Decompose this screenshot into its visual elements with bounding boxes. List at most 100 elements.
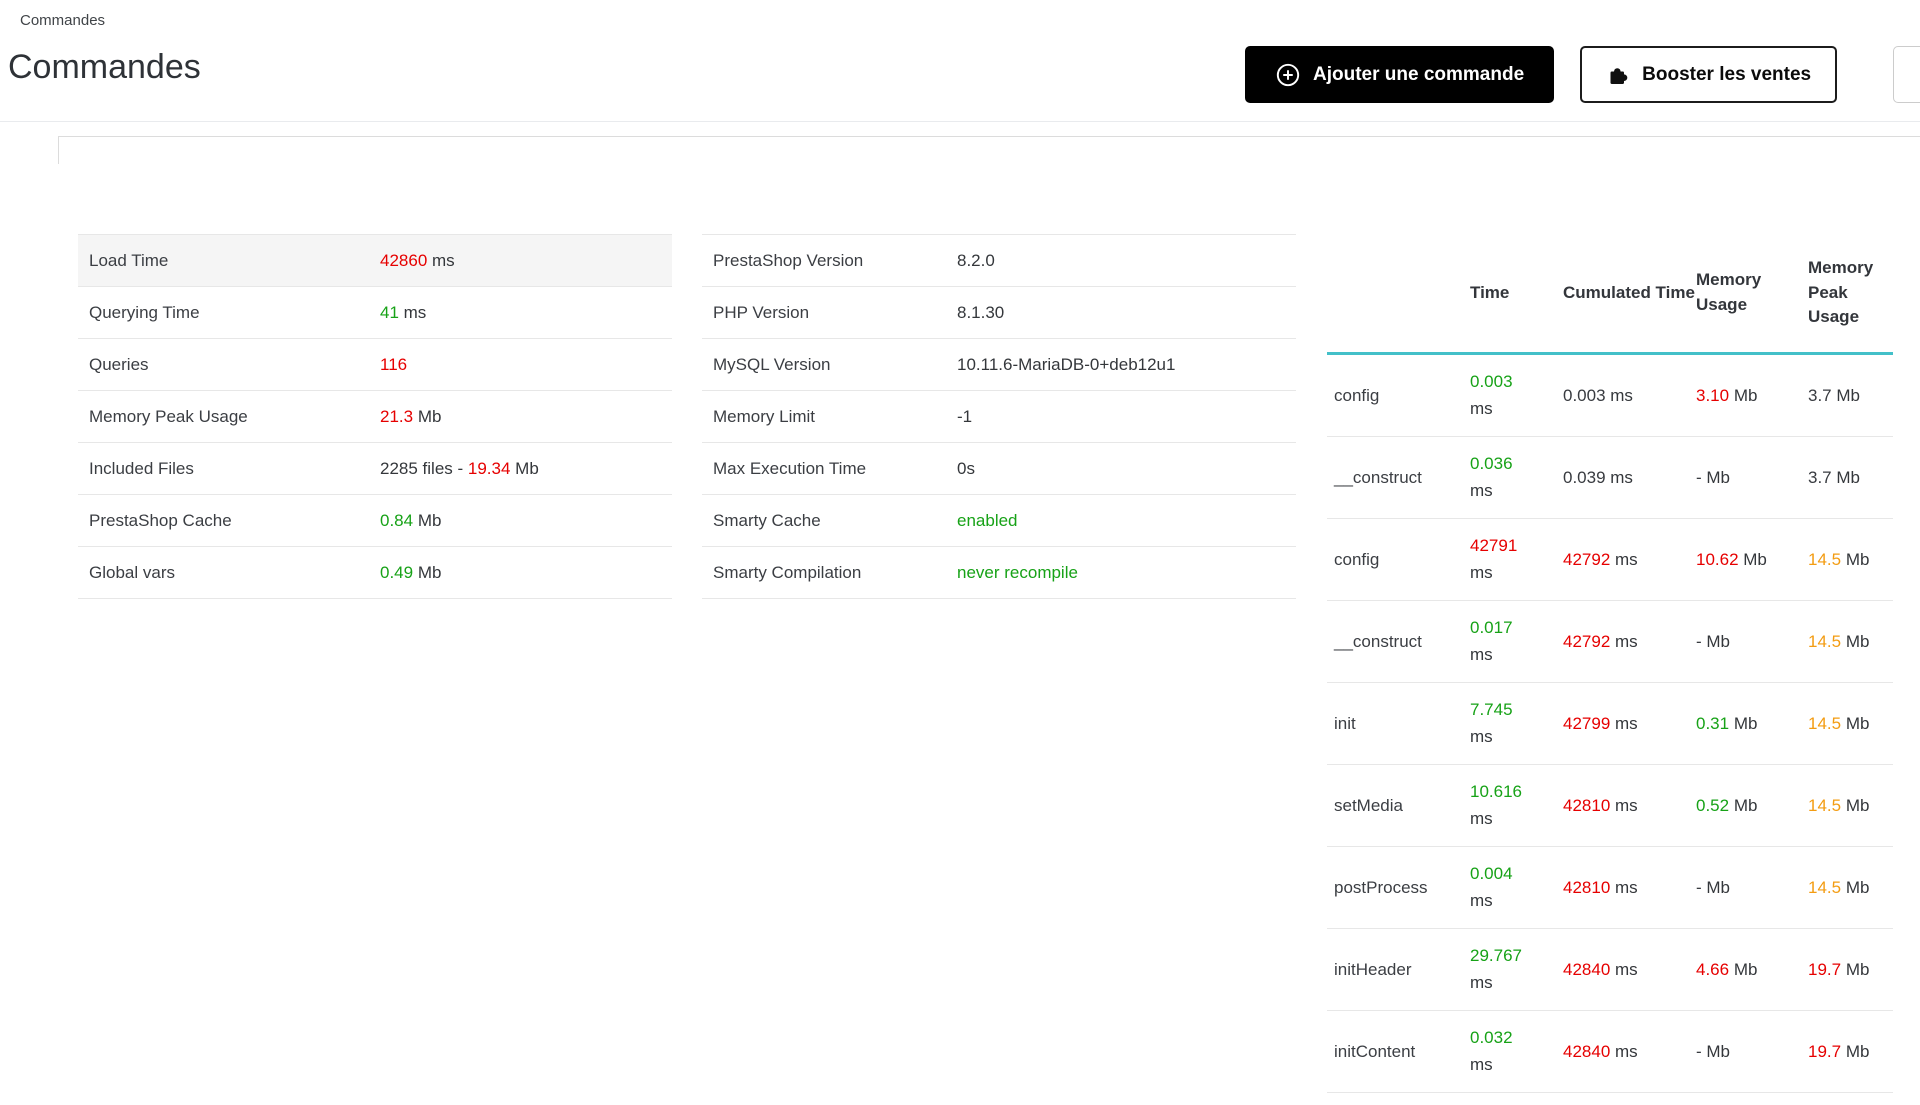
memory-usage-cell: - Mb bbox=[1696, 467, 1731, 487]
table-row: Queries 116 bbox=[78, 339, 672, 391]
header-toolbar: Ajouter une commande Booster les ventes bbox=[1245, 46, 1838, 103]
help-button-partial[interactable] bbox=[1893, 46, 1920, 103]
memory-usage-cell: 0.31 Mb bbox=[1696, 713, 1758, 733]
cumulated-time-cell: 42810 ms bbox=[1563, 877, 1638, 897]
memory-peak-cell: 3.7 Mb bbox=[1808, 385, 1860, 405]
table-row: Memory Limit -1 bbox=[702, 391, 1296, 443]
time-cell: 0.004 ms bbox=[1470, 864, 1513, 910]
cumulated-time-cell: 42792 ms bbox=[1563, 549, 1638, 569]
boost-sales-button[interactable]: Booster les ventes bbox=[1580, 46, 1838, 103]
metric-label: Queries bbox=[89, 354, 149, 374]
metric-value: 42860 ms bbox=[380, 250, 455, 270]
hook-name: initHeader bbox=[1334, 959, 1412, 979]
add-order-button[interactable]: Ajouter une commande bbox=[1245, 46, 1555, 103]
hook-name: __construct bbox=[1334, 631, 1422, 651]
table-row: postProcess 0.004 ms 42810 ms - Mb 14.5 M… bbox=[1327, 847, 1893, 929]
memory-usage-cell: - Mb bbox=[1696, 877, 1731, 897]
metric-label: Load Time bbox=[89, 250, 169, 270]
table-row: PrestaShop Cache 0.84 Mb bbox=[78, 495, 672, 547]
env-value: 10.11.6-MariaDB-0+deb12u1 bbox=[957, 354, 1176, 374]
env-label: Smarty Compilation bbox=[713, 562, 862, 582]
table-row: Smarty Compilation never recompile bbox=[702, 547, 1296, 599]
memory-peak-cell: 19.7 Mb bbox=[1808, 959, 1870, 979]
memory-peak-cell: 3.7 Mb bbox=[1808, 467, 1860, 487]
time-cell: 10.616 ms bbox=[1470, 782, 1522, 828]
profiler-header-time: Time bbox=[1470, 282, 1510, 302]
table-row: initContent 0.032 ms 42840 ms - Mb 19.7 M… bbox=[1327, 1011, 1893, 1093]
env-label: PrestaShop Version bbox=[713, 250, 864, 270]
cumulated-time-cell: 42799 ms bbox=[1563, 713, 1638, 733]
env-value: 8.2.0 bbox=[957, 250, 995, 270]
cumulated-time-cell: 42792 ms bbox=[1563, 631, 1638, 651]
environment-table: PrestaShop Version 8.2.0 PHP Version 8.1… bbox=[702, 234, 1296, 599]
profiler-header-cumulated-time: Cumulated Time bbox=[1563, 282, 1695, 302]
time-cell: 42791 ms bbox=[1470, 536, 1518, 582]
env-value: -1 bbox=[957, 406, 973, 426]
table-row: Load Time 42860 ms bbox=[78, 235, 672, 287]
table-row: __construct 0.036 ms 0.039 ms - Mb 3.7 Mb bbox=[1327, 437, 1893, 519]
table-row: Querying Time 41 ms bbox=[78, 287, 672, 339]
cumulated-time-cell: 42840 ms bbox=[1563, 1041, 1638, 1061]
memory-peak-cell: 14.5 Mb bbox=[1808, 877, 1870, 897]
env-value: 8.1.30 bbox=[957, 302, 1005, 322]
table-row: Smarty Cache enabled bbox=[702, 495, 1296, 547]
time-cell: 29.767 ms bbox=[1470, 946, 1522, 992]
plus-circle-icon bbox=[1275, 62, 1301, 88]
profiler-table: Time Cumulated Time Memory Usage Memory … bbox=[1327, 234, 1893, 1093]
env-value: never recompile bbox=[957, 562, 1078, 582]
env-label: Smarty Cache bbox=[713, 510, 821, 530]
hook-name: __construct bbox=[1334, 467, 1422, 487]
page-header: Commandes Commandes Ajouter une commande bbox=[0, 0, 1920, 122]
metric-value: 116 bbox=[380, 354, 408, 374]
metric-value: 0.49 Mb bbox=[380, 562, 442, 582]
table-row: Memory Peak Usage 21.3 Mb bbox=[78, 391, 672, 443]
cumulated-time-cell: 42810 ms bbox=[1563, 795, 1638, 815]
profiler-header-memory-usage: Memory Usage bbox=[1696, 270, 1762, 314]
memory-usage-cell: 10.62 Mb bbox=[1696, 549, 1767, 569]
time-cell: 0.017 ms bbox=[1470, 618, 1513, 664]
env-value: enabled bbox=[957, 510, 1018, 530]
memory-peak-cell: 14.5 Mb bbox=[1808, 549, 1870, 569]
table-row: config 0.003 ms 0.003 ms 3.10 Mb 3.7 Mb bbox=[1327, 355, 1893, 437]
load-metrics-table: Load Time 42860 ms Querying Time 41 ms Q… bbox=[78, 234, 672, 599]
metric-value: 41 ms bbox=[380, 302, 427, 322]
memory-peak-cell: 14.5 Mb bbox=[1808, 631, 1870, 651]
profiler-header-memory-peak: Memory Peak Usage bbox=[1808, 258, 1874, 327]
hook-name: setMedia bbox=[1334, 795, 1403, 815]
table-row: Max Execution Time 0s bbox=[702, 443, 1296, 495]
memory-usage-cell: 0.52 Mb bbox=[1696, 795, 1758, 815]
memory-usage-cell: 3.10 Mb bbox=[1696, 385, 1758, 405]
breadcrumb: Commandes bbox=[20, 12, 106, 29]
hook-name: postProcess bbox=[1334, 877, 1428, 897]
content-panel-border bbox=[58, 136, 1920, 164]
time-cell: 7.745 ms bbox=[1470, 700, 1513, 746]
metric-label: Included Files bbox=[89, 458, 194, 478]
table-row: __construct 0.017 ms 42792 ms - Mb 14.5 M… bbox=[1327, 601, 1893, 683]
metric-label: Querying Time bbox=[89, 302, 200, 322]
metric-label: Global vars bbox=[89, 562, 175, 582]
env-label: MySQL Version bbox=[713, 354, 831, 374]
table-row: Global vars 0.49 Mb bbox=[78, 547, 672, 599]
memory-usage-cell: - Mb bbox=[1696, 1041, 1731, 1061]
env-value: 0s bbox=[957, 458, 975, 478]
metric-value: 0.84 Mb bbox=[380, 510, 442, 530]
time-cell: 0.036 ms bbox=[1470, 454, 1513, 500]
table-row: config 42791 ms 42792 ms 10.62 Mb 14.5 Mb bbox=[1327, 519, 1893, 601]
table-row: MySQL Version 10.11.6-MariaDB-0+deb12u1 bbox=[702, 339, 1296, 391]
puzzle-icon bbox=[1606, 63, 1630, 87]
metric-value: 2285 files - 19.34 Mb bbox=[380, 458, 539, 478]
profiler-header-row: Time Cumulated Time Memory Usage Memory … bbox=[1327, 234, 1893, 355]
table-row: PHP Version 8.1.30 bbox=[702, 287, 1296, 339]
metric-label: Memory Peak Usage bbox=[89, 406, 248, 426]
metric-label: PrestaShop Cache bbox=[89, 510, 232, 530]
table-row: initHeader 29.767 ms 42840 ms 4.66 Mb 19.… bbox=[1327, 929, 1893, 1011]
time-cell: 0.032 ms bbox=[1470, 1028, 1513, 1074]
table-row: Included Files 2285 files - 19.34 Mb bbox=[78, 443, 672, 495]
table-row: PrestaShop Version 8.2.0 bbox=[702, 235, 1296, 287]
table-row: init 7.745 ms 42799 ms 0.31 Mb 14.5 Mb bbox=[1327, 683, 1893, 765]
cumulated-time-cell: 42840 ms bbox=[1563, 959, 1638, 979]
memory-peak-cell: 14.5 Mb bbox=[1808, 713, 1870, 733]
env-label: PHP Version bbox=[713, 302, 810, 322]
hook-name: init bbox=[1334, 713, 1356, 733]
metric-value: 21.3 Mb bbox=[380, 406, 442, 426]
